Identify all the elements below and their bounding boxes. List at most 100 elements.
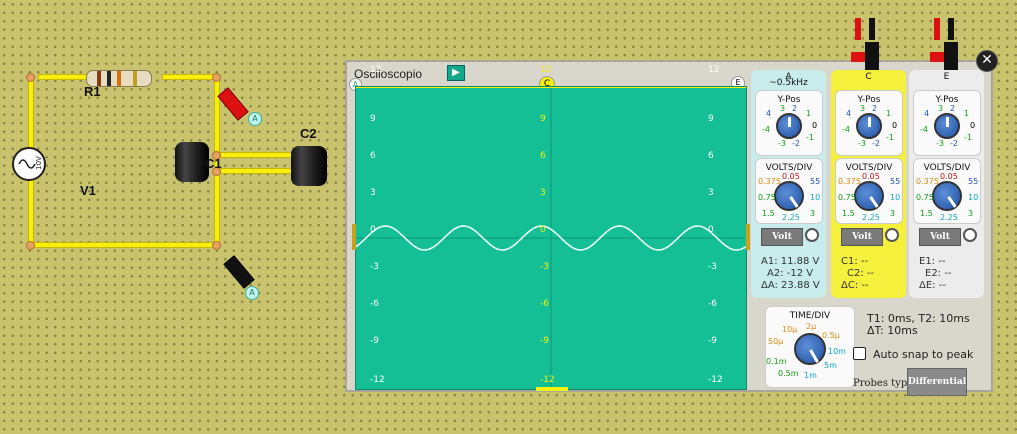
wire-c2-top[interactable] [220,152,296,158]
ypos-panel: Y-Pos 4 3 2 1 0 -1 -2 -3 -4 [835,90,903,156]
probe-toggle-icon[interactable] [885,228,899,242]
scale-label: 10 [890,193,901,202]
axis-tick-label: -6 [708,299,717,309]
capacitor-c2[interactable] [291,146,327,186]
capacitor-c1[interactable] [175,142,209,182]
oscilloscope-window: Osciloscopio ▶ A C E 12 9 6 3 0 -3 -6 -9 -12 12 9 6… [345,60,993,396]
scope-screen[interactable]: 12 9 6 3 0 -3 -6 -9 -12 12 9 6 3 0 -3 -6 -9 -12 12 9 6 3 0 -3 -6… [352,65,750,391]
axis-tick-label: 12 [540,65,552,75]
scale-label: 50µ [768,337,784,346]
scale-label: 55 [968,177,979,186]
scale-label: 5m [824,361,837,370]
auto-snap-label: Auto snap to peak [873,348,974,361]
axis-tick-label: -12 [540,375,555,385]
trigger-marker-right[interactable] [746,224,750,250]
scale-label: 3 [968,209,974,218]
volts-div-panel: VOLTS/DIV 0.375 0.05 55 0.75 10 1.5 2.25… [835,158,903,224]
axis-tick-label: 0 [370,225,376,235]
readout-1: A1: 11.88 V [761,256,820,267]
trigger-marker-left[interactable] [352,224,356,250]
scale-label: 2.25 [940,213,958,222]
channel-panel-c: C Y-Pos 4 3 2 1 0 -1 -2 -3 -4 VOLTS/DIV [831,70,906,298]
ypos-title: Y-Pos [857,95,881,105]
scale-label: 1 [806,109,812,118]
source-value: 10V [34,156,43,170]
readout-2: A2: -12 V [767,268,814,279]
bottom-marker[interactable] [536,387,568,391]
knob-pointer [947,196,957,208]
scale-label: -2 [950,139,958,148]
volts-div-panel: VOLTS/DIV 0.375 0.05 55 0.75 10 1.5 2.25… [913,158,981,224]
c1-label: C1 [205,156,222,171]
axis-tick-label: 3 [540,188,546,198]
channel-panel-e: E Y-Pos 4 3 2 1 0 -1 -2 -3 -4 VOLTS/DIV [909,70,984,298]
ypos-knob[interactable] [776,113,802,139]
probe-tip-red[interactable]: A [248,112,262,126]
probe-red[interactable] [217,87,249,121]
axis-tick-label: 3 [370,188,376,198]
knob-pointer [788,117,791,127]
probe-toggle-icon[interactable] [805,228,819,242]
readout-2: E2: -- [925,268,952,279]
jack-e[interactable] [930,18,970,70]
readout-1: C1: -- [841,256,869,267]
scale-label: 10m [828,347,846,356]
scale-label: 0.05 [862,172,880,181]
voltage-source-v1[interactable]: 10V [12,147,46,181]
scale-label: 10 [968,193,979,202]
scale-label: 1.5 [920,209,933,218]
axis-tick-label: 0 [708,225,714,235]
play-button[interactable]: ▶ [447,65,465,81]
axis-tick-label: -9 [540,336,549,346]
wire-c2-bottom[interactable] [220,168,296,174]
jack-c[interactable] [851,18,891,70]
volt-mode-button[interactable]: Volt [919,228,961,246]
scale-label: 0.1m [766,357,787,366]
node [26,241,35,250]
scale-label: 4 [924,109,930,118]
play-icon: ▶ [452,67,460,78]
axis-tick-label: -3 [708,262,717,272]
scale-label: 0.05 [782,172,800,181]
ypos-panel: Y-Pos 4 3 2 1 0 -1 -2 -3 -4 [913,90,981,156]
wire-top-left[interactable] [38,74,88,80]
resistor-band [117,71,121,86]
ypos-knob[interactable] [856,113,882,139]
ypos-knob[interactable] [934,113,960,139]
resistor-band [133,71,137,86]
close-icon: ✕ [981,52,993,68]
probes-type-select[interactable]: Differential [907,368,967,396]
time-div-title: TIME/DIV [789,311,831,321]
axis-tick-label: 0 [540,225,546,235]
knob-pointer [946,117,949,127]
volts-div-panel: VOLTS/DIV 0.375 0.05 55 0.75 10 1.5 2.25… [755,158,823,224]
scale-label: 1.5 [762,209,775,218]
probe-toggle-icon[interactable] [963,228,977,242]
scale-label: 55 [890,177,901,186]
r1-label: R1 [84,84,101,99]
close-button[interactable]: ✕ [976,50,998,72]
scale-label: -2 [792,139,800,148]
scale-label: -1 [806,133,814,142]
v1-label: V1 [80,183,96,198]
auto-snap-checkbox[interactable] [853,347,866,360]
scale-label: 3 [938,104,944,113]
timebase-panel: TIME/DIV 10µ 2µ 50µ 0.5µ 0.1m 10m 0.5m 5m 1m [765,306,855,388]
volt-mode-button[interactable]: Volt [841,228,883,246]
scale-label: 2.25 [862,213,880,222]
axis-tick-label: -6 [540,299,549,309]
volt-mode-button[interactable]: Volt [761,228,803,246]
knob-pointer [869,196,879,208]
scope-title: Osciloscopio [354,67,423,81]
scale-label: 0.5m [778,369,799,378]
delta-t-readout: ΔT: 10ms [867,324,918,337]
scale-label: 0.75 [916,193,934,202]
knob-pointer [809,349,819,363]
probe-black[interactable] [223,255,255,289]
wire-bottom[interactable] [30,242,220,248]
axis-tick-label: -3 [540,262,549,272]
readout-delta: ΔC: -- [841,280,869,291]
axis-tick-label: 9 [370,114,376,124]
probe-tip-black[interactable]: A [245,286,259,300]
scale-label: 2 [792,104,798,113]
